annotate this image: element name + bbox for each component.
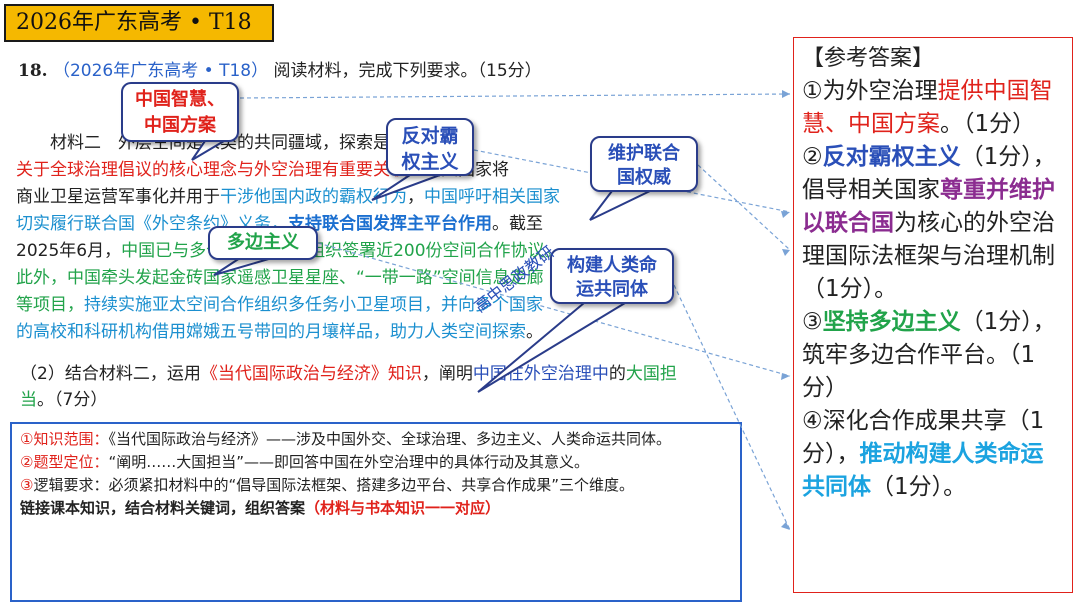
dashed-arrow-3 (697, 164, 791, 251)
callout-community-shared-future: 构建人类命 运共同体 (550, 248, 674, 304)
dashed-arrow-1 (239, 93, 791, 99)
callout-un-authority: 维护联合 国权威 (590, 136, 698, 192)
callout-china-wisdom: 中国智慧、 中国方案 (121, 82, 239, 142)
callout-tail-5 (477, 302, 626, 393)
callout-tail-4 (213, 257, 273, 276)
callout-tail-2 (371, 174, 441, 201)
callout-tail-1 (191, 140, 225, 161)
dashed-arrow-5 (673, 284, 791, 531)
callout-anti-hegemony: 反对霸 权主义 (386, 118, 474, 176)
callout-tail-3 (589, 190, 651, 221)
callout-multilateralism: 多边主义 (208, 226, 318, 260)
